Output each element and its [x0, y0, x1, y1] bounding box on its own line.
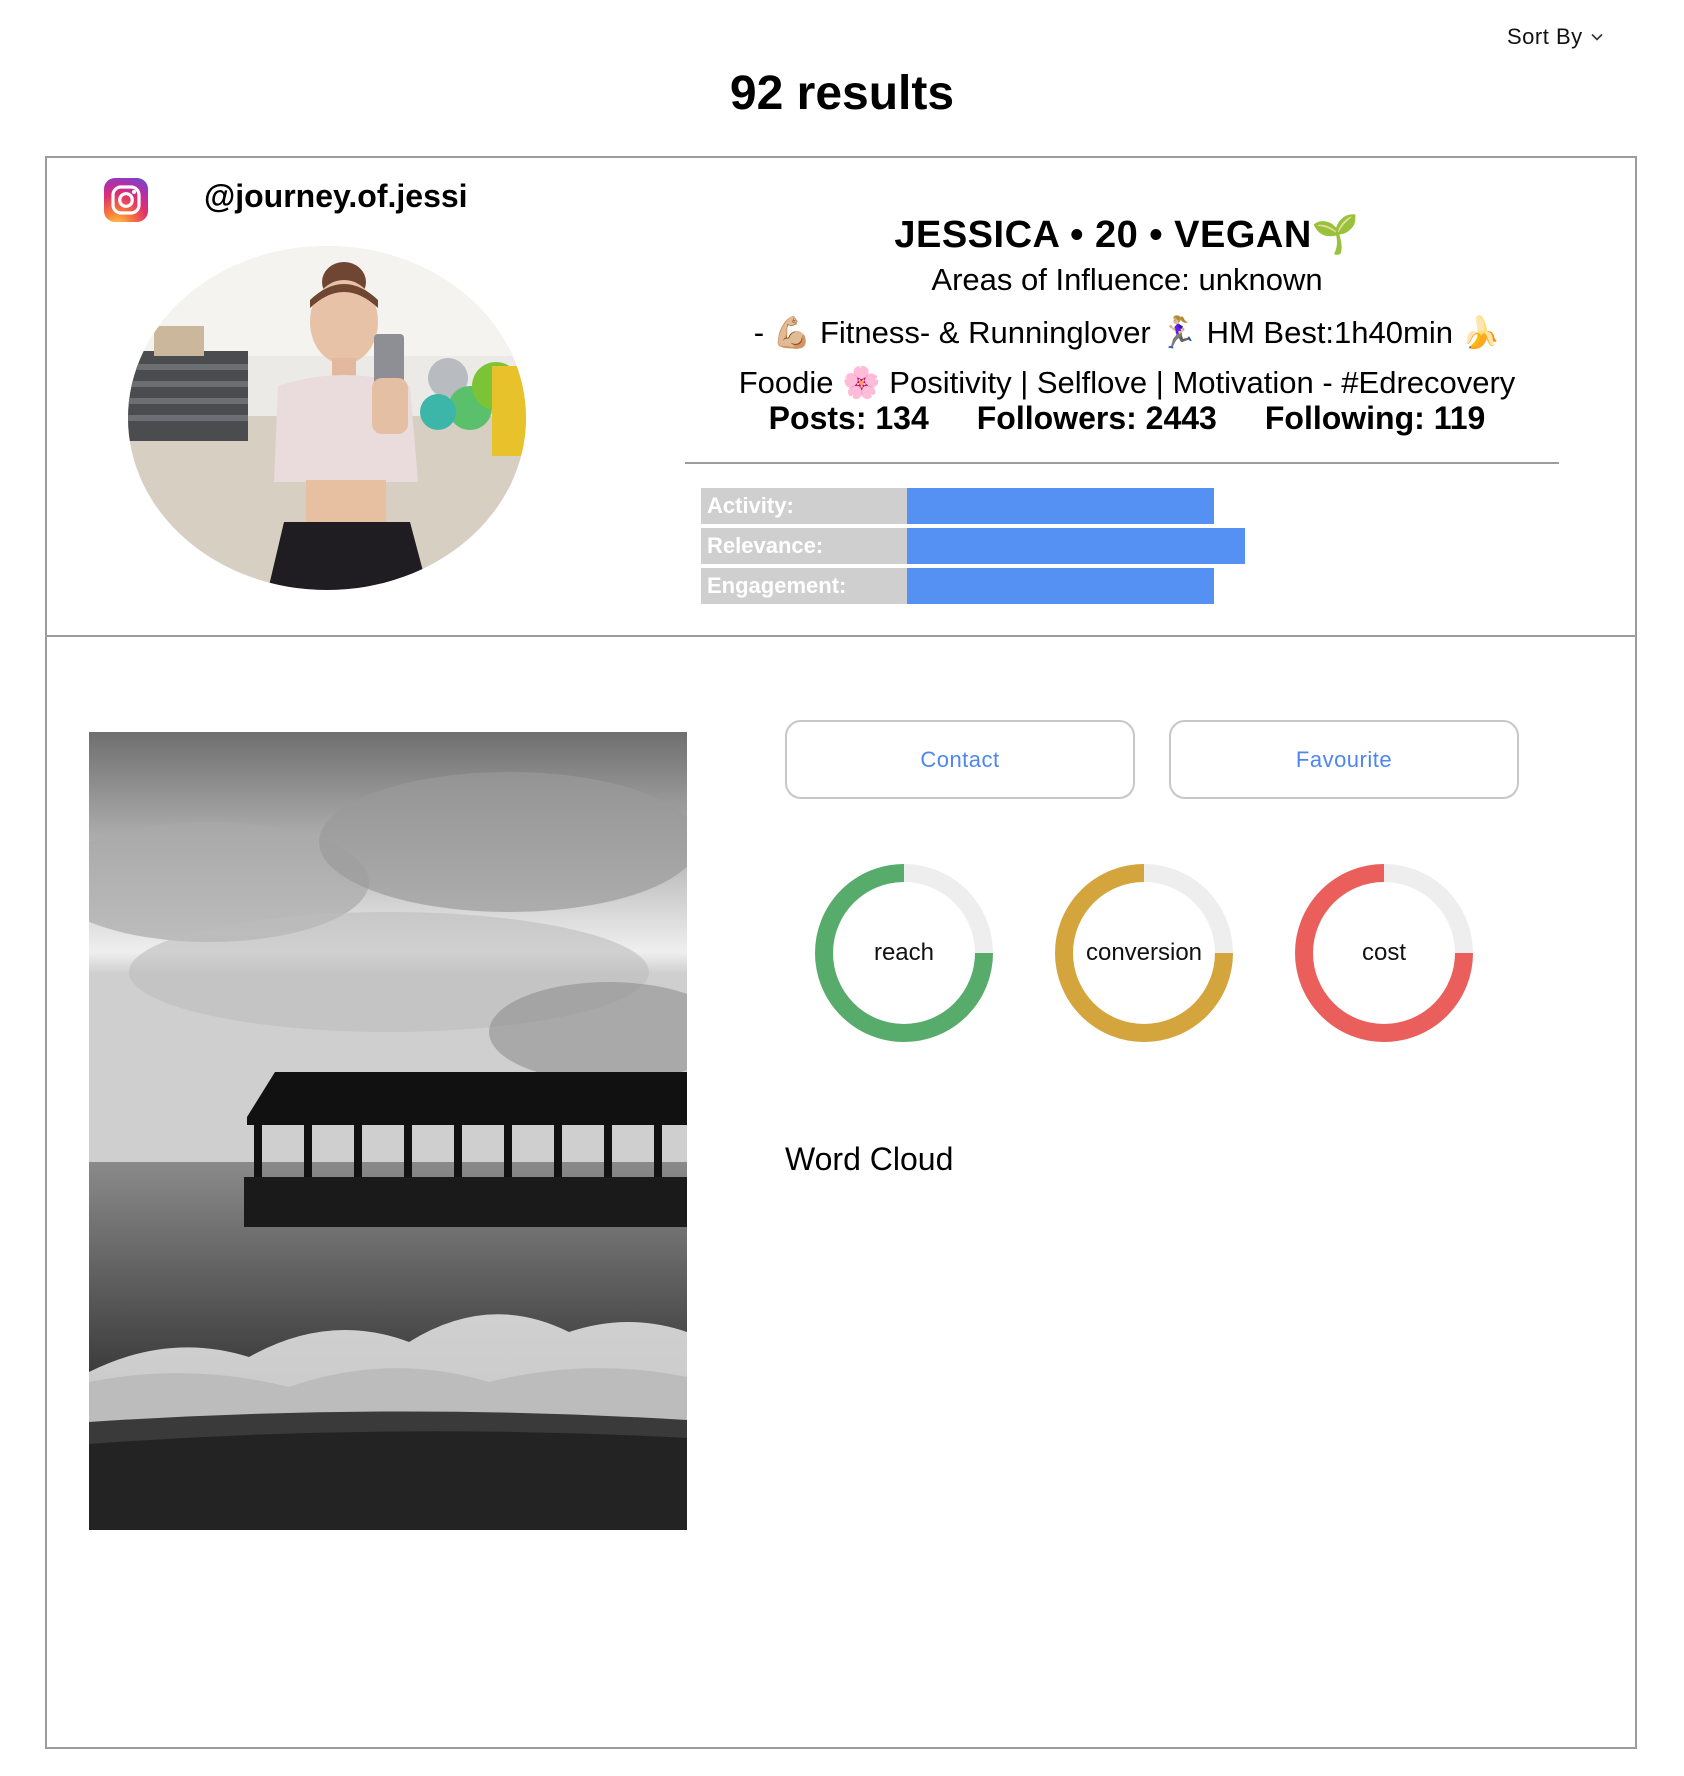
contact-button[interactable]: Contact — [785, 720, 1135, 799]
word-cloud-title: Word Cloud — [785, 1141, 954, 1177]
sort-by-dropdown[interactable]: Sort By — [1507, 24, 1603, 50]
profile-handle[interactable]: @journey.of.jessi — [204, 178, 468, 215]
profile-stats: Posts: 134 Followers: 2443 Following: 11… — [687, 400, 1567, 437]
following-count: Following: 119 — [1264, 400, 1486, 436]
results-count-title: 92 results — [729, 67, 955, 120]
posts-count: Posts: 134 — [768, 400, 929, 436]
bio-line: - 💪🏼 Fitness- & Runninglover 🏃🏼‍♀️ HM Be… — [753, 315, 1501, 350]
divider — [685, 462, 1559, 464]
metric-label: Relevance: — [701, 528, 907, 564]
sort-by-label: Sort By — [1507, 24, 1583, 49]
reach-gauge: reach — [814, 863, 994, 1043]
profile-name: JESSICA • 20 • VEGAN🌱 — [894, 214, 1360, 256]
profile-detail-card: Contact Favourite reach conversion cost … — [45, 635, 1637, 1749]
followers-count: Followers: 2443 — [976, 400, 1217, 436]
favourite-button[interactable]: Favourite — [1169, 720, 1519, 799]
cost-gauge: cost — [1294, 863, 1474, 1043]
profile-card: @journey.of.jessi JESSICA • 20 • VEGAN🌱 … — [45, 156, 1637, 637]
gauge-label: reach — [873, 939, 935, 966]
gauge-label: conversion — [1085, 939, 1203, 966]
metric-bar — [907, 488, 1214, 524]
conversion-gauge: conversion — [1054, 863, 1234, 1043]
metric-label: Engagement: — [701, 568, 907, 604]
areas-of-influence: Areas of Influence: unknown — [931, 262, 1323, 297]
instagram-icon[interactable] — [104, 178, 148, 222]
metric-label: Activity: — [701, 488, 907, 524]
post-image[interactable] — [89, 732, 687, 1530]
gauge-label: cost — [1361, 939, 1406, 966]
metric-bar — [907, 528, 1245, 564]
avatar — [128, 246, 526, 590]
chevron-down-icon — [1591, 33, 1603, 41]
metric-bar — [907, 568, 1214, 604]
